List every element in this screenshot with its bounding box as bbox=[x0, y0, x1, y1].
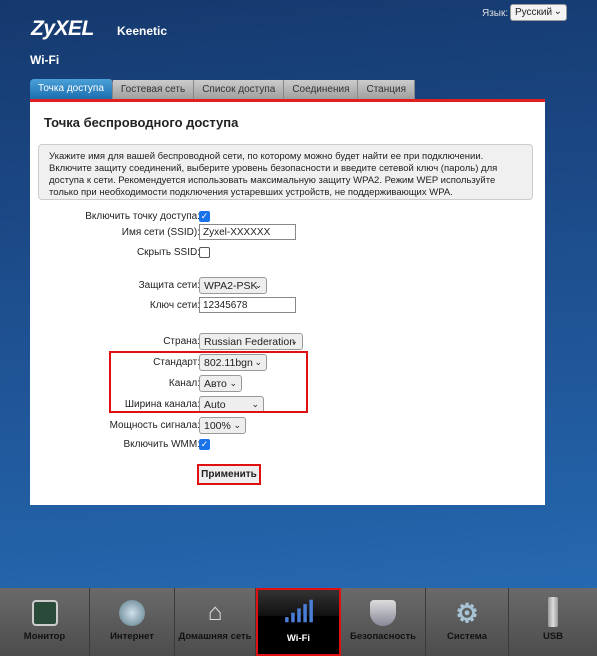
nav-security[interactable]: Безопасность bbox=[341, 588, 426, 656]
nav-home-network[interactable]: ⌂ Домашняя сеть bbox=[175, 588, 256, 656]
row-country: Страна: Russian Federation ⌄ bbox=[30, 333, 545, 351]
nav-internet[interactable]: Интернет bbox=[90, 588, 175, 656]
nav-label: Домашняя сеть bbox=[178, 631, 252, 642]
info-box: Укажите имя для вашей беспроводной сети,… bbox=[38, 144, 533, 200]
country-value: Russian Federation bbox=[204, 336, 296, 348]
enable-ap-label: Включить точку доступа: bbox=[85, 211, 200, 222]
usb-icon bbox=[548, 597, 558, 627]
row-key: Ключ сети: 12345678 bbox=[30, 297, 545, 315]
wifi-signal-icon bbox=[284, 599, 313, 623]
nav-label: Wi-Fi bbox=[286, 633, 311, 644]
home-icon: ⌂ bbox=[207, 599, 223, 626]
tab-guest-network[interactable]: Гостевая сеть bbox=[112, 80, 195, 99]
language-label: Язык: bbox=[482, 8, 509, 19]
nav-label: USB bbox=[542, 631, 564, 642]
chevron-down-icon: ⌄ bbox=[254, 280, 262, 290]
section-title: Wi-Fi bbox=[30, 53, 60, 67]
tab-connections[interactable]: Соединения bbox=[284, 80, 359, 99]
row-security: Защита сети: WPA2-PSK ⌄ bbox=[30, 277, 545, 295]
highlight-box bbox=[109, 351, 308, 413]
security-label: Защита сети: bbox=[138, 280, 200, 291]
power-label: Мощность сигнала: bbox=[109, 420, 200, 431]
zyxel-logo: ZyXEL bbox=[31, 17, 94, 40]
key-input[interactable]: 12345678 bbox=[199, 297, 296, 313]
tab-access-point[interactable]: Точка доступа bbox=[30, 79, 113, 99]
hide-ssid-label: Скрыть SSID: bbox=[136, 247, 200, 258]
nav-label: Безопасность bbox=[350, 631, 416, 642]
nav-label: Монитор bbox=[23, 631, 66, 642]
language-select[interactable]: Русский ⌄ bbox=[510, 4, 567, 21]
country-label: Страна: bbox=[163, 336, 200, 347]
row-wmm: Включить WMM: ✓ bbox=[30, 436, 545, 454]
nav-wifi[interactable]: Wi-Fi bbox=[256, 588, 341, 656]
power-value: 100% bbox=[204, 420, 231, 432]
nav-label: Интернет bbox=[110, 631, 154, 642]
nav-monitor[interactable]: Монитор bbox=[0, 588, 90, 656]
row-power: Мощность сигнала: 100% ⌄ bbox=[30, 417, 545, 435]
key-label: Ключ сети: bbox=[149, 300, 200, 311]
panel-title: Точка беспроводного доступа bbox=[44, 115, 239, 130]
security-value: WPA2-PSK bbox=[204, 280, 258, 292]
tab-station[interactable]: Станция bbox=[358, 80, 415, 99]
tab-bar: Точка доступа Гостевая сеть Список досту… bbox=[30, 79, 415, 99]
chevron-down-icon: ⌄ bbox=[290, 336, 298, 346]
nav-system[interactable]: ⚙ Система bbox=[426, 588, 509, 656]
hide-ssid-checkbox[interactable] bbox=[199, 247, 210, 258]
gear-icon: ⚙ bbox=[455, 598, 479, 628]
wmm-checkbox[interactable]: ✓ bbox=[199, 439, 210, 450]
row-hide-ssid: Скрыть SSID: bbox=[30, 244, 545, 262]
shield-icon bbox=[370, 600, 396, 626]
model-name: Keenetic bbox=[117, 24, 168, 38]
wmm-label: Включить WMM: bbox=[123, 439, 200, 450]
tab-access-list[interactable]: Список доступа bbox=[194, 80, 285, 99]
bottom-nav: Монитор Интернет ⌂ Домашняя сеть Wi-Fi Бе… bbox=[0, 588, 597, 656]
security-select[interactable]: WPA2-PSK ⌄ bbox=[199, 277, 267, 294]
apply-button[interactable]: Применить bbox=[197, 464, 261, 485]
globe-icon bbox=[119, 600, 145, 626]
chevron-down-icon: ⌄ bbox=[233, 420, 241, 430]
enable-ap-checkbox[interactable]: ✓ bbox=[199, 211, 210, 222]
language-value: Русский bbox=[515, 7, 553, 18]
power-select[interactable]: 100% ⌄ bbox=[199, 417, 246, 434]
settings-panel: Точка беспроводного доступа Укажите имя … bbox=[30, 99, 545, 505]
row-ssid: Имя сети (SSID): Zyxel-XXXXXX bbox=[30, 224, 545, 242]
nav-usb[interactable]: USB bbox=[509, 588, 597, 656]
ssid-label: Имя сети (SSID): bbox=[121, 227, 200, 238]
country-select[interactable]: Russian Federation ⌄ bbox=[199, 333, 303, 350]
nav-label: Система bbox=[447, 631, 487, 642]
monitor-icon bbox=[31, 600, 58, 626]
ssid-input[interactable]: Zyxel-XXXXXX bbox=[199, 224, 296, 240]
chevron-down-icon: ⌄ bbox=[553, 6, 562, 17]
